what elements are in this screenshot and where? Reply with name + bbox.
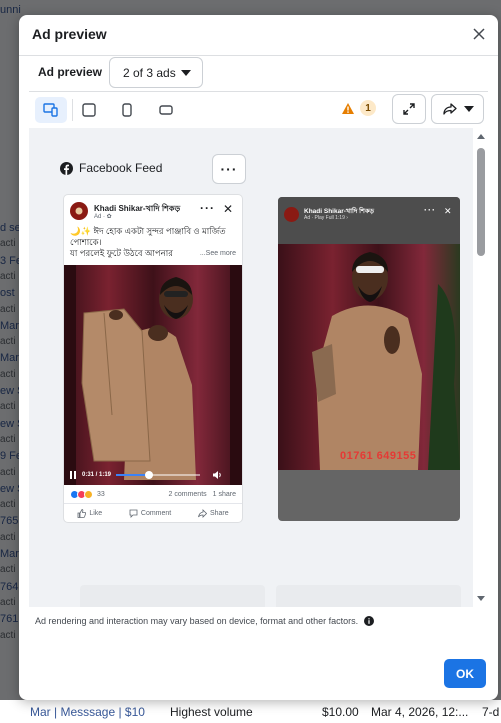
thumbs-up-icon — [77, 508, 87, 518]
story-preview: Khadi Shikar-খাদি শিকড় Ad · Play Full 1… — [278, 197, 460, 521]
story-video-frame — [278, 244, 460, 470]
scrubber-progress — [116, 474, 149, 476]
preview-canvas: Facebook Feed ··· Khadi Shikar-খাদি শিকড… — [29, 128, 473, 607]
like-button[interactable]: Like — [77, 508, 103, 518]
ad-selector-dropdown[interactable]: 2 of 3 ads — [109, 57, 203, 88]
preview-scrollbar[interactable] — [474, 128, 488, 607]
comment-icon — [129, 509, 138, 518]
disclaimer-text: Ad rendering and interaction may vary ba… — [35, 616, 359, 626]
placeholder-card — [80, 585, 265, 607]
scroll-down-icon[interactable] — [477, 596, 485, 601]
share-label: Share — [209, 509, 229, 517]
care-reaction-icon — [84, 490, 93, 499]
view-all-placements-button[interactable] — [35, 97, 67, 123]
dialog-title: Ad preview — [32, 26, 107, 42]
scroll-thumb[interactable] — [477, 148, 485, 256]
volume-icon[interactable] — [213, 471, 222, 479]
campaign-name[interactable]: Mar | Messsage | $10 — [30, 705, 145, 719]
facebook-icon — [60, 161, 73, 175]
video-time: 0:31 / 1:19 — [82, 472, 112, 478]
story-meta[interactable]: Ad · Play Full 1:19 › — [304, 215, 348, 221]
story-close-icon[interactable]: ✕ — [444, 206, 452, 217]
story-avatar — [284, 207, 299, 222]
reaction-icons[interactable] — [70, 490, 93, 499]
share-count[interactable]: 1 share — [213, 491, 236, 498]
expand-icon — [403, 103, 415, 115]
pause-icon[interactable] — [70, 471, 77, 479]
share-button[interactable]: Share — [198, 508, 229, 518]
reactions-bar: 33 2 comments 1 share — [70, 490, 236, 499]
placement-header: Facebook Feed — [60, 161, 162, 175]
comment-count[interactable]: 2 comments — [169, 491, 207, 498]
share-arrow-icon — [198, 508, 207, 518]
ad-selector-value: 2 of 3 ads — [123, 65, 176, 80]
ad-preview-label: Ad preview — [38, 65, 103, 79]
divider — [19, 55, 498, 56]
scrubber-handle[interactable] — [144, 471, 153, 479]
reaction-count: 33 — [97, 491, 105, 498]
horizontal-format-button[interactable] — [150, 97, 182, 123]
ok-button[interactable]: OK — [444, 659, 486, 688]
share-icon — [442, 103, 457, 115]
post-header: Khadi Shikar-খাদি শিকড় Ad · ✿ ··· ✕ — [64, 195, 242, 222]
warning-icon — [342, 102, 354, 114]
share-menu-button[interactable] — [431, 94, 484, 124]
caret-down-icon — [463, 106, 474, 112]
landscape-icon — [159, 105, 173, 115]
story-more-icon[interactable]: ··· — [424, 205, 436, 215]
page-avatar — [70, 202, 88, 220]
footer-disclaimer: Ad rendering and interaction may vary ba… — [35, 616, 375, 626]
placement-label: Facebook Feed — [79, 161, 163, 175]
video-scrubber[interactable] — [116, 471, 201, 479]
vertical-format-button[interactable] — [111, 97, 143, 123]
divider — [29, 91, 488, 92]
caret-down-icon — [181, 70, 191, 76]
video-controls: 0:31 / 1:19 — [64, 465, 242, 485]
square-icon — [82, 103, 96, 117]
background-bottom-row: Mar | Messsage | $10 Highest volume $10.… — [0, 700, 501, 723]
post-more-icon[interactable]: ··· — [200, 201, 215, 215]
like-label: Like — [89, 509, 103, 517]
logo-icon — [75, 207, 83, 215]
warning-count-badge: 1 — [360, 100, 376, 116]
scroll-up-icon[interactable] — [477, 134, 485, 139]
budget: $10.00 — [322, 704, 359, 719]
bid-strategy: Highest volume — [170, 704, 253, 719]
more-icon: ··· — [220, 161, 238, 177]
post-text-line: 🌙✨ ঈদ হোক একটা সুন্দর পাঞ্জাবি ও মার্জিত… — [70, 226, 226, 247]
comment-label: Comment — [140, 509, 172, 517]
post-close-icon[interactable]: ✕ — [223, 202, 233, 216]
ad-preview-dialog: Ad preview Ad preview 2 of 3 ads 1 Faceb… — [19, 15, 498, 700]
placeholder-card — [276, 585, 461, 607]
story-video[interactable]: 01761 649155 — [278, 244, 460, 470]
multi-device-icon — [43, 103, 58, 117]
expand-button[interactable] — [392, 94, 426, 124]
close-button[interactable] — [470, 25, 488, 43]
video-frame — [64, 265, 242, 485]
phone-number-overlay: 01761 649155 — [340, 450, 417, 462]
warnings-indicator[interactable]: 1 — [341, 100, 376, 116]
post-video[interactable]: 0:31 / 1:19 — [64, 265, 242, 485]
see-more-link[interactable]: ...See more — [200, 250, 236, 257]
comment-button[interactable]: Comment — [129, 509, 171, 518]
start-date: Mar 4, 2026, 12:... — [371, 704, 469, 719]
more-options-button[interactable]: ··· — [212, 154, 246, 184]
square-format-button[interactable] — [73, 97, 105, 123]
story-header: Khadi Shikar-খাদি শিকড় Ad · Play Full 1… — [278, 197, 460, 244]
post-actions: Like Comment Share — [64, 503, 242, 522]
close-icon — [473, 28, 485, 40]
sponsored-label: Ad · ✿ — [94, 214, 112, 220]
duration: 7-d — [482, 704, 500, 719]
info-icon[interactable] — [364, 616, 375, 626]
phone-icon — [122, 103, 132, 117]
feed-post-preview: Khadi Shikar-খাদি শিকড় Ad · ✿ ··· ✕ 🌙✨ … — [64, 195, 242, 522]
